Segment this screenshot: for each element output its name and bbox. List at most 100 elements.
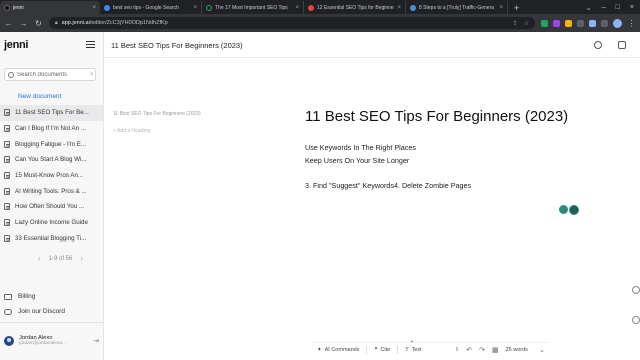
shield-icon[interactable] [618,41,626,49]
browser-tab[interactable]: jenni × [0,1,100,14]
google-icon [104,4,110,11]
discord-link[interactable]: Join our Discord [4,308,65,315]
chevron-down-icon[interactable]: ⌄ [539,346,545,354]
browser-tab[interactable]: The 17 Most Important SEO Tips × [202,1,304,14]
credit-card-icon [4,293,12,300]
document-item[interactable]: Can You Start A Blog Wi... [0,152,103,168]
help-icon[interactable] [632,316,640,324]
browser-tab[interactable]: best seo tips - Google Search × [100,1,202,14]
document-item[interactable]: 15 Must-Know Pros An... [0,168,103,184]
text-format-icon: T [405,346,409,353]
chevron-right-icon[interactable]: › [80,254,83,263]
undo-icon[interactable]: ↶ [466,346,472,354]
add-heading-button[interactable]: + Add a Heading [113,128,150,134]
extension-icon[interactable] [541,19,548,27]
search-icon [8,71,14,78]
extension-icon[interactable] [589,19,596,27]
new-document-button[interactable]: New document [18,93,61,100]
divider [0,322,103,323]
search-input[interactable] [17,71,87,78]
logout-icon[interactable]: ⇥ [93,337,99,345]
tab-favicon-icon [4,4,10,11]
cite-button[interactable]: ❝ Cite [374,347,390,353]
pagination: ‹ 1-9 of 56 › [38,254,83,263]
document-icon [4,187,10,195]
document-item[interactable]: 11 Best SEO Tips For Be... [0,105,103,121]
puzzle-icon[interactable] [577,19,584,27]
forward-icon[interactable]: → [19,19,28,28]
hamburger-menu-icon[interactable] [86,41,95,48]
tab-title: best seo tips - Google Search [113,4,179,11]
reload-icon[interactable]: ↻ [34,19,43,28]
ai-commands-button[interactable]: ✦ AI Commands [317,347,359,353]
assistant-bubble-icon[interactable] [569,205,579,215]
maximize-icon[interactable]: □ [616,4,620,11]
outline-title[interactable]: 11 Best SEO Tips For Beginners (2023) [113,111,203,117]
pagination-label: 1-9 of 56 [48,255,73,262]
document-icon [4,234,10,242]
table-icon[interactable]: ▦ [492,346,499,354]
close-tab-icon[interactable]: × [499,5,503,11]
clear-search-icon[interactable]: × [90,72,94,78]
document-item[interactable]: 33 Essential Blogging Ti... [0,231,103,247]
document-icon [4,203,10,211]
tab-title: 12 Essential SEO Tips for Beginne [317,4,394,11]
text-style-select[interactable]: T Text ⇕ [405,347,459,353]
document-icon [4,156,10,164]
paragraph[interactable]: 3. Find "Suggest" Keywords4. Delete Zomb… [305,181,471,190]
user-profile[interactable]: Jordan Alexo jordan@jordanalexo... ⇥ [4,335,99,346]
billing-link[interactable]: Billing [4,293,35,300]
document-item[interactable]: Lazy Online Income Guide [0,215,103,231]
chat-icon[interactable] [632,286,640,294]
chevron-left-icon[interactable]: ‹ [38,254,41,263]
document-icon [4,109,10,117]
profile-avatar[interactable] [613,18,622,28]
new-tab-button[interactable]: + [508,1,525,14]
close-tab-icon[interactable]: × [295,5,299,11]
grammar-assistant[interactable] [559,205,579,215]
divider [366,345,368,354]
document-title: How Often Should You ... [15,203,85,211]
billing-label: Billing [18,293,36,300]
discord-icon [4,308,12,315]
minimize-icon[interactable]: – [602,4,606,11]
redo-icon[interactable]: ↷ [479,346,485,354]
tab-search-icon[interactable]: ⌄ [586,4,592,12]
paragraph[interactable]: Use Keywords In The Right Places [305,143,416,152]
close-tab-icon[interactable]: × [193,5,197,11]
document-title: 15 Must-Know Pros An... [15,172,84,180]
extension-icon[interactable] [553,19,560,27]
settings-gear-icon[interactable] [594,41,602,49]
tab-title: jenni [13,4,24,11]
editor-header: 11 Best SEO Tips For Beginners (2023) [104,32,640,58]
document-title: Lazy Online Income Guide [15,219,88,227]
close-tab-icon[interactable]: × [92,5,96,11]
tab-favicon-icon [206,4,212,11]
document-item[interactable]: Blogging Fatigue - I'm E... [0,136,103,152]
paragraph[interactable]: Keep Users On Your Site Longer [305,156,409,165]
extension-icon[interactable] [565,19,572,27]
close-tab-icon[interactable]: × [397,5,401,11]
close-window-icon[interactable]: × [630,4,634,11]
document-item[interactable]: AI Writing Tools: Pros & ... [0,183,103,199]
document-item[interactable]: Can I Blog If I'm Not An ... [0,121,103,137]
app-window: jenni × New document 11 Best SEO Tips Fo… [0,32,640,360]
back-icon[interactable]: ← [4,19,13,28]
cite-label: Cite [380,346,391,353]
sidepanel-icon[interactable] [601,19,608,27]
document-list: 11 Best SEO Tips For Be... Can I Blog If… [0,105,103,246]
jenni-logo[interactable]: jenni [4,39,28,51]
browser-tab[interactable]: 12 Essential SEO Tips for Beginne × [304,1,406,14]
document-title-heading[interactable]: 11 Best SEO Tips For Beginners (2023) [305,108,568,125]
assistant-bubble-icon[interactable] [559,205,568,214]
document-item[interactable]: How Often Should You ... [0,199,103,215]
share-icon[interactable]: ⇪ [513,20,518,27]
tab-title: 8 Steps to a [Truly] Traffic-Genera [419,4,495,11]
editor-toolbar: ✦ AI Commands ❝ Cite T Text ⇕ ↶ ↷ ▦ 26 words… [313,342,549,356]
address-bar[interactable]: 🔒︎ app.jenni.ai/editor/ZcC3jYH0ODp1NdhZf… [49,17,535,29]
browser-tab[interactable]: 8 Steps to a [Truly] Traffic-Genera × [406,1,508,14]
word-count: 26 words [505,346,528,353]
kebab-menu-icon[interactable]: ⋮ [627,19,636,28]
url-path: /editor/ZcC3jYH0ODp1NdhZfKp [89,20,168,26]
bookmark-star-icon[interactable]: ☆ [524,20,529,27]
